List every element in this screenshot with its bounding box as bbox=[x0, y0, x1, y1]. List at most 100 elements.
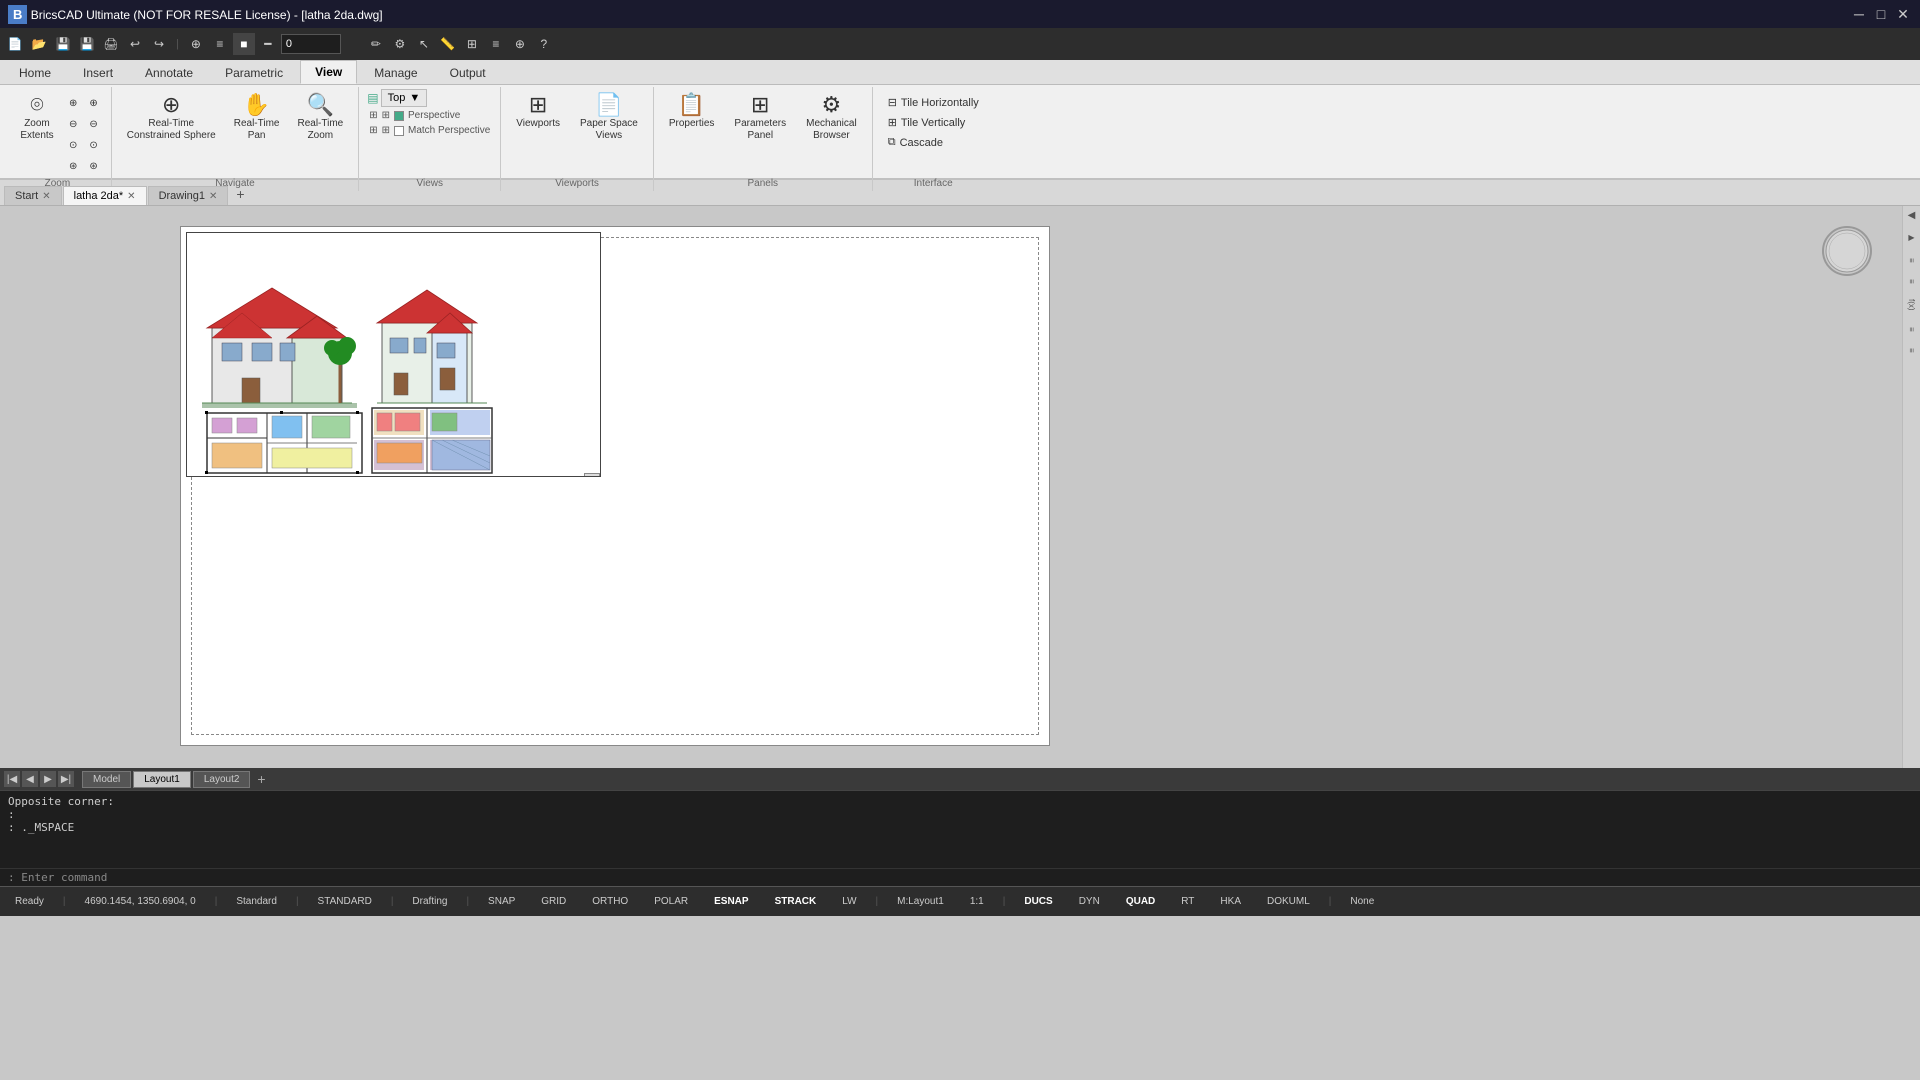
add-tab-btn[interactable]: + bbox=[229, 183, 251, 205]
drafting-label[interactable]: Drafting bbox=[405, 893, 454, 910]
undo-btn[interactable]: ↩ bbox=[124, 33, 146, 55]
drawing1-tab-close[interactable]: ✕ bbox=[209, 191, 217, 202]
none-label[interactable]: None bbox=[1343, 893, 1381, 910]
coordinates[interactable]: 4690.1454, 1350.6904, 0 bbox=[78, 893, 203, 910]
fields-btn[interactable]: ≡ bbox=[485, 33, 507, 55]
measure-btn[interactable]: 📏 bbox=[437, 33, 459, 55]
tile-vertically-btn[interactable]: ⊞ Tile Vertically bbox=[881, 113, 986, 132]
lineweight-btn[interactable]: ━ bbox=[257, 33, 279, 55]
polar-btn[interactable]: POLAR bbox=[647, 893, 695, 910]
right-vtab-layers[interactable]: ≡ bbox=[1905, 275, 1918, 288]
right-panel-collapse[interactable]: ◀ bbox=[1908, 210, 1916, 221]
layout-nav-last[interactable]: ▶| bbox=[58, 771, 74, 787]
tab-annotate[interactable]: Annotate bbox=[130, 61, 208, 84]
rt-btn[interactable]: RT bbox=[1174, 893, 1201, 910]
tab-parametric[interactable]: Parametric bbox=[210, 61, 298, 84]
layout-tab-model[interactable]: Model bbox=[82, 771, 131, 788]
minimize-btn[interactable]: ─ bbox=[1850, 5, 1868, 23]
blocks-btn[interactable]: ⊞ bbox=[461, 33, 483, 55]
right-vtab-1[interactable]: ▶ bbox=[1905, 229, 1918, 246]
right-vtab-4[interactable]: ≡ bbox=[1905, 344, 1918, 357]
viewport-resize-handle[interactable]: ⊡ bbox=[584, 473, 600, 477]
viewports-btn[interactable]: ⊞ Viewports bbox=[509, 89, 567, 159]
canvas-area[interactable]: ⊡ bbox=[0, 206, 1902, 768]
layout-tab-layout1[interactable]: Layout1 bbox=[133, 771, 191, 788]
view-dropdown[interactable]: Top ▼ bbox=[381, 89, 428, 107]
quad-btn[interactable]: QUAD bbox=[1119, 893, 1162, 910]
viewport-box[interactable]: ⊡ bbox=[186, 232, 601, 477]
tab-insert[interactable]: Insert bbox=[68, 61, 128, 84]
add-layout-btn[interactable]: + bbox=[252, 770, 270, 788]
sep4: | bbox=[391, 896, 394, 907]
zoom-btn-6[interactable]: ⊖ bbox=[84, 114, 102, 134]
color-btn[interactable]: ■ bbox=[233, 33, 255, 55]
cmd-input[interactable] bbox=[111, 871, 1912, 884]
perspective-checkbox[interactable] bbox=[394, 111, 404, 121]
realtime-zoom-btn[interactable]: 🔍 Real-TimeZoom bbox=[290, 89, 350, 159]
snap2-btn[interactable]: ⊕ bbox=[509, 33, 531, 55]
right-vtab-3[interactable]: ≡ bbox=[1905, 323, 1918, 336]
properties-btn[interactable]: 📋 Properties bbox=[662, 89, 722, 159]
maximize-btn[interactable]: □ bbox=[1872, 5, 1890, 23]
help-btn[interactable]: ? bbox=[533, 33, 555, 55]
zoom-btn-2[interactable]: ⊖ bbox=[64, 114, 82, 134]
draw-btn[interactable]: ✏ bbox=[365, 33, 387, 55]
realtime-pan-btn[interactable]: ✋ Real-TimePan bbox=[227, 89, 287, 159]
parameters-panel-btn[interactable]: ⊞ ParametersPanel bbox=[727, 89, 793, 159]
saveas-btn[interactable]: 💾 bbox=[76, 33, 98, 55]
paper-space-views-btn[interactable]: 📄 Paper SpaceViews bbox=[573, 89, 645, 159]
layout-nav-first[interactable]: |◀ bbox=[4, 771, 20, 787]
tile-horizontally-btn[interactable]: ⊟ Tile Horizontally bbox=[881, 93, 986, 112]
right-vtab-fx[interactable]: f(x) bbox=[1905, 295, 1918, 315]
layout-nav-prev[interactable]: ◀ bbox=[22, 771, 38, 787]
start-tab-close[interactable]: ✕ bbox=[42, 191, 50, 202]
tab-output[interactable]: Output bbox=[435, 61, 501, 84]
tab-view[interactable]: View bbox=[300, 60, 357, 84]
latha-tab-close[interactable]: ✕ bbox=[127, 191, 135, 202]
ribbon-tabs: Home Insert Annotate Parametric View Man… bbox=[0, 60, 1920, 85]
redo-btn[interactable]: ↪ bbox=[148, 33, 170, 55]
esnap-btn[interactable]: ESNAP bbox=[707, 893, 755, 910]
doc-tab-start[interactable]: Start ✕ bbox=[4, 186, 62, 205]
zoom-btn-7[interactable]: ⊙ bbox=[84, 135, 102, 155]
dyn-btn[interactable]: DYN bbox=[1072, 893, 1107, 910]
zoom-btn-4[interactable]: ⊛ bbox=[64, 156, 82, 176]
strack-btn[interactable]: STRACK bbox=[768, 893, 824, 910]
ortho-btn[interactable]: ORTHO bbox=[585, 893, 635, 910]
zoom-btn-5[interactable]: ⊕ bbox=[84, 93, 102, 113]
print-btn[interactable]: 🖨 bbox=[100, 33, 122, 55]
modify-btn[interactable]: ⚙ bbox=[389, 33, 411, 55]
zoom-btn-1[interactable]: ⊕ bbox=[64, 93, 82, 113]
lw-btn[interactable]: LW bbox=[835, 893, 863, 910]
realtime-constrained-btn[interactable]: ⊕ Real-TimeConstrained Sphere bbox=[120, 89, 223, 159]
new-btn[interactable]: 📄 bbox=[4, 33, 26, 55]
snap-btn[interactable]: ⊕ bbox=[185, 33, 207, 55]
doc-tab-latha[interactable]: latha 2da* ✕ bbox=[63, 186, 147, 205]
layer-input[interactable] bbox=[281, 34, 341, 54]
ribbon-group-viewports: ⊞ Viewports 📄 Paper SpaceViews Viewports bbox=[501, 87, 654, 191]
layer-btn[interactable]: ≡ bbox=[209, 33, 231, 55]
standard2-label[interactable]: STANDARD bbox=[311, 893, 379, 910]
match-perspective-checkbox[interactable] bbox=[394, 126, 404, 136]
open-btn[interactable]: 📂 bbox=[28, 33, 50, 55]
tab-manage[interactable]: Manage bbox=[359, 61, 432, 84]
close-btn[interactable]: ✕ bbox=[1894, 5, 1912, 23]
standard-label[interactable]: Standard bbox=[229, 893, 284, 910]
hka-btn[interactable]: HKA bbox=[1213, 893, 1248, 910]
tab-home[interactable]: Home bbox=[4, 61, 66, 84]
ducs-btn[interactable]: DUCS bbox=[1017, 893, 1059, 910]
snap-btn[interactable]: SNAP bbox=[481, 893, 522, 910]
select-btn[interactable]: ↖ bbox=[413, 33, 435, 55]
doc-tab-drawing1[interactable]: Drawing1 ✕ bbox=[148, 186, 229, 205]
cascade-btn[interactable]: ⧉ Cascade bbox=[881, 133, 986, 152]
zoom-btn-3[interactable]: ⊙ bbox=[64, 135, 82, 155]
mechanical-browser-btn[interactable]: ⚙ MechanicalBrowser bbox=[799, 89, 864, 159]
dokuml-btn[interactable]: DOKUML bbox=[1260, 893, 1317, 910]
zoom-btn-8[interactable]: ⊛ bbox=[84, 156, 102, 176]
right-vtab-2[interactable]: ≡ bbox=[1905, 254, 1918, 267]
save-btn[interactable]: 💾 bbox=[52, 33, 74, 55]
zoom-extents-btn[interactable]: ⌾ ZoomExtents bbox=[12, 89, 62, 159]
grid-btn[interactable]: GRID bbox=[534, 893, 573, 910]
layout-nav-next[interactable]: ▶ bbox=[40, 771, 56, 787]
layout-tab-layout2[interactable]: Layout2 bbox=[193, 771, 251, 788]
